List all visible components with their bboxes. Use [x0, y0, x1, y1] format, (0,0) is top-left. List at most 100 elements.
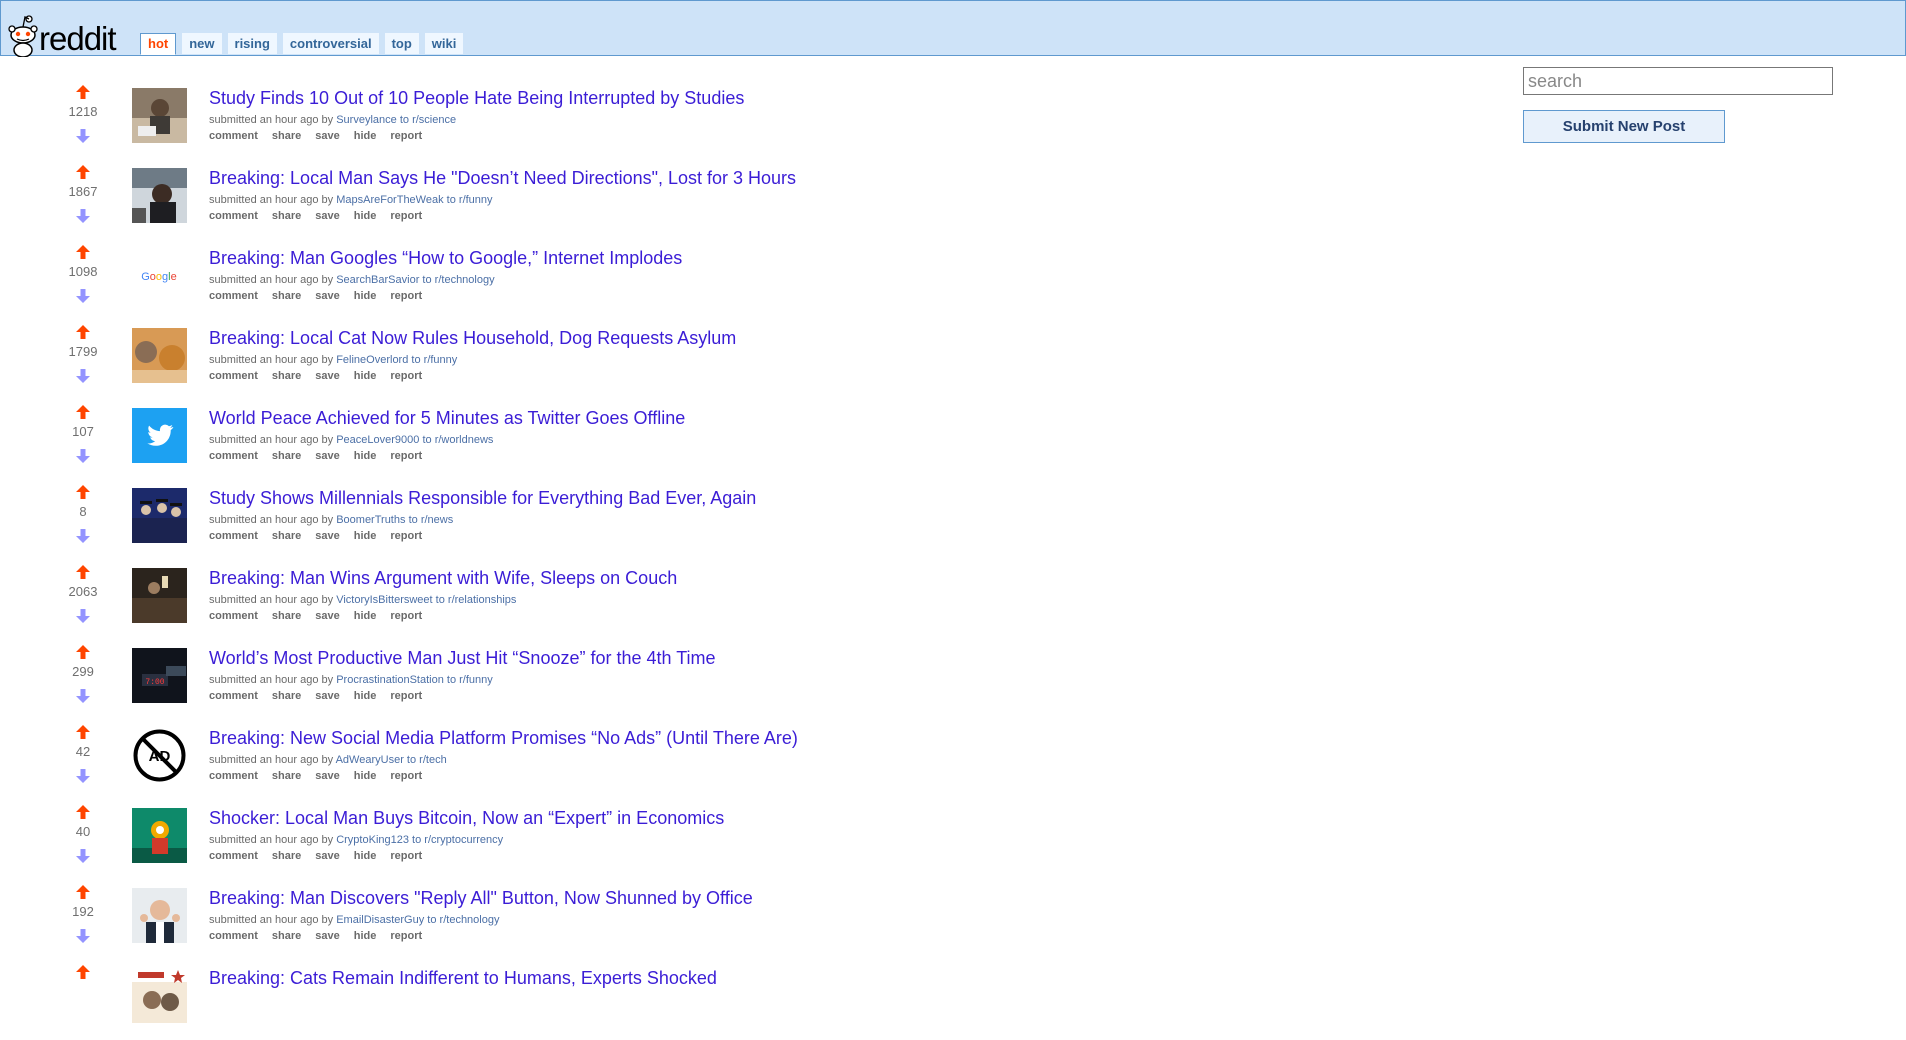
report-button[interactable]: report — [390, 290, 422, 302]
post-title[interactable]: Breaking: Local Cat Now Rules Household,… — [209, 328, 736, 349]
post-author-link[interactable]: BoomerTruths — [336, 514, 405, 526]
post-author-link[interactable]: AdWearyUser — [336, 754, 404, 766]
upvote-arrow-icon[interactable] — [75, 724, 91, 740]
subreddit-link[interactable]: r/cryptocurrency — [424, 834, 503, 846]
upvote-arrow-icon[interactable] — [75, 324, 91, 340]
upvote-arrow-icon[interactable] — [75, 84, 91, 100]
comment-button[interactable]: comment — [209, 770, 258, 782]
downvote-arrow-icon[interactable] — [75, 688, 91, 704]
subreddit-link[interactable]: r/news — [421, 514, 453, 526]
search-input[interactable] — [1523, 67, 1833, 95]
subreddit-link[interactable]: r/funny — [459, 674, 493, 686]
downvote-arrow-icon[interactable] — [75, 128, 91, 144]
downvote-arrow-icon[interactable] — [75, 208, 91, 224]
report-button[interactable]: report — [390, 450, 422, 462]
upvote-arrow-icon[interactable] — [75, 884, 91, 900]
report-button[interactable]: report — [390, 370, 422, 382]
tab-wiki[interactable]: wiki — [424, 33, 464, 54]
upvote-arrow-icon[interactable] — [75, 244, 91, 260]
upvote-arrow-icon[interactable] — [75, 804, 91, 820]
comment-button[interactable]: comment — [209, 450, 258, 462]
save-button[interactable]: save — [315, 610, 339, 622]
upvote-arrow-icon[interactable] — [75, 484, 91, 500]
post-author-link[interactable]: VictoryIsBittersweet — [336, 594, 432, 606]
upvote-arrow-icon[interactable] — [75, 644, 91, 660]
upvote-arrow-icon[interactable] — [75, 404, 91, 420]
post-title[interactable]: Study Finds 10 Out of 10 People Hate Bei… — [209, 88, 744, 109]
share-button[interactable]: share — [272, 770, 301, 782]
save-button[interactable]: save — [315, 530, 339, 542]
twitter-bird[interactable] — [132, 408, 187, 463]
hide-button[interactable]: hide — [354, 130, 377, 142]
report-button[interactable]: report — [390, 690, 422, 702]
save-button[interactable]: save — [315, 370, 339, 382]
save-button[interactable]: save — [315, 290, 339, 302]
downvote-arrow-icon[interactable] — [75, 368, 91, 384]
hide-button[interactable]: hide — [354, 850, 377, 862]
save-button[interactable]: save — [315, 690, 339, 702]
tab-hot[interactable]: hot — [140, 33, 177, 55]
subreddit-link[interactable]: r/technology — [435, 274, 495, 286]
post-author-link[interactable]: PeaceLover9000 — [336, 434, 419, 446]
share-button[interactable]: share — [272, 370, 301, 382]
upvote-arrow-icon[interactable] — [75, 164, 91, 180]
upvote-arrow-icon[interactable] — [75, 564, 91, 580]
comment-button[interactable]: comment — [209, 290, 258, 302]
share-button[interactable]: share — [272, 130, 301, 142]
post-title[interactable]: Breaking: Man Googles “How to Google,” I… — [209, 248, 682, 269]
photo-man-in-car[interactable] — [132, 168, 187, 223]
photo-shocked-man[interactable] — [132, 888, 187, 943]
post-author-link[interactable]: EmailDisasterGuy — [336, 914, 424, 926]
photo-person-desk[interactable] — [132, 88, 187, 143]
report-button[interactable]: report — [390, 210, 422, 222]
tab-new[interactable]: new — [182, 33, 222, 54]
no-ads-icon[interactable]: AD — [132, 728, 187, 783]
comment-button[interactable]: comment — [209, 530, 258, 542]
subreddit-link[interactable]: r/relationships — [448, 594, 516, 606]
share-button[interactable]: share — [272, 850, 301, 862]
upvote-arrow-icon[interactable] — [75, 964, 91, 980]
hide-button[interactable]: hide — [354, 930, 377, 942]
report-button[interactable]: report — [390, 530, 422, 542]
post-title[interactable]: Breaking: New Social Media Platform Prom… — [209, 728, 798, 749]
hide-button[interactable]: hide — [354, 530, 377, 542]
share-button[interactable]: share — [272, 290, 301, 302]
hide-button[interactable]: hide — [354, 610, 377, 622]
subreddit-link[interactable]: r/funny — [459, 194, 493, 206]
post-author-link[interactable]: FelineOverlord — [336, 354, 408, 366]
hide-button[interactable]: hide — [354, 210, 377, 222]
save-button[interactable]: save — [315, 770, 339, 782]
save-button[interactable]: save — [315, 930, 339, 942]
comment-button[interactable]: comment — [209, 130, 258, 142]
subreddit-link[interactable]: r/science — [412, 114, 456, 126]
post-author-link[interactable]: MapsAreForTheWeak — [336, 194, 443, 206]
post-author-link[interactable]: Surveylance — [336, 114, 397, 126]
downvote-arrow-icon[interactable] — [75, 848, 91, 864]
comment-button[interactable]: comment — [209, 690, 258, 702]
save-button[interactable]: save — [315, 210, 339, 222]
subreddit-link[interactable]: r/worldnews — [435, 434, 494, 446]
photo-cat-and-dog[interactable] — [132, 328, 187, 383]
post-title[interactable]: Breaking: Man Discovers "Reply All" Butt… — [209, 888, 753, 909]
post-author-link[interactable]: SearchBarSavior — [336, 274, 419, 286]
post-title[interactable]: Study Shows Millennials Responsible for … — [209, 488, 756, 509]
photo-graduates[interactable] — [132, 488, 187, 543]
post-title[interactable]: Breaking: Local Man Says He "Doesn’t Nee… — [209, 168, 796, 189]
comment-button[interactable]: comment — [209, 370, 258, 382]
comment-button[interactable]: comment — [209, 210, 258, 222]
report-button[interactable]: report — [390, 130, 422, 142]
tab-top[interactable]: top — [384, 33, 419, 54]
downvote-arrow-icon[interactable] — [75, 528, 91, 544]
share-button[interactable]: share — [272, 530, 301, 542]
hide-button[interactable]: hide — [354, 290, 377, 302]
google-logo[interactable]: Google — [132, 248, 187, 303]
post-title[interactable]: World’s Most Productive Man Just Hit “Sn… — [209, 648, 716, 669]
post-author-link[interactable]: CryptoKing123 — [336, 834, 409, 846]
save-button[interactable]: save — [315, 130, 339, 142]
post-title[interactable]: Breaking: Cats Remain Indifferent to Hum… — [209, 968, 717, 989]
photo-alarm-clock[interactable]: 7:00 — [132, 648, 187, 703]
share-button[interactable]: share — [272, 610, 301, 622]
post-title[interactable]: World Peace Achieved for 5 Minutes as Tw… — [209, 408, 685, 429]
post-title[interactable]: Breaking: Man Wins Argument with Wife, S… — [209, 568, 677, 589]
hide-button[interactable]: hide — [354, 370, 377, 382]
